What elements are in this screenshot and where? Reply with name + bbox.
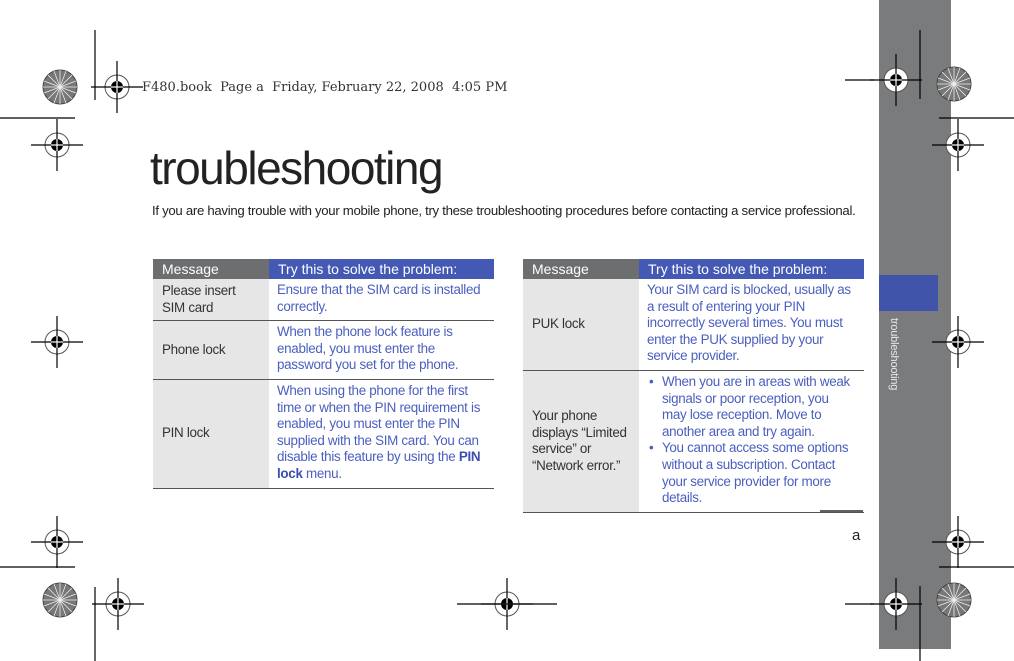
troubleshooting-table-left: Message Try this to solve the problem: P… [153,259,494,489]
solution-cell: When the phone lock feature is enabled, … [269,320,494,380]
message-cell: PUK lock [523,279,639,371]
solution-text: When using the phone for the first time … [277,382,481,465]
page-title: troubleshooting [150,142,444,194]
table-row: Your phone displays “Limited service” or… [523,370,864,513]
column-header-solution: Try this to solve the problem: [269,259,494,279]
registration-mark-icon [30,515,84,569]
registration-mark-icon [30,315,84,369]
solution-cell: When you are in areas with weak signals … [639,370,864,513]
table-header-row: Message Try this to solve the problem: [153,259,494,279]
bullet-item: You cannot access some options without a… [649,440,856,506]
message-cell: PIN lock [153,379,269,489]
message-cell: Your phone displays “Limited service” or… [523,370,639,513]
registration-mark-icon [91,577,145,631]
table-row: PUK lock Your SIM card is blocked, usual… [523,279,864,371]
registration-mark-icon [480,577,534,631]
section-tab-indicator [879,275,938,311]
solution-cell: Ensure that the SIM card is installed co… [269,279,494,322]
registration-mark-icon [30,118,84,172]
book-page-header: F480.book Page a Friday, February 22, 20… [142,80,508,95]
table-row: Phone lock When the phone lock feature i… [153,320,494,380]
message-cell: Phone lock [153,320,269,380]
sidebar-section-label: troubleshooting [888,318,900,391]
registration-mark-icon [90,60,144,114]
solution-cell: When using the phone for the first time … [269,379,494,489]
page-number: a [852,527,861,544]
column-header-message: Message [153,259,269,279]
table-header-row: Message Try this to solve the problem: [523,259,864,279]
solution-text: menu. [302,465,342,481]
column-header-message: Message [523,259,639,279]
bullet-item: When you are in areas with weak signals … [649,374,856,440]
troubleshooting-table-right: Message Try this to solve the problem: P… [523,259,864,513]
solution-bullet-list: When you are in areas with weak signals … [647,374,856,507]
solution-cell: Your SIM card is blocked, usually as a r… [639,279,864,371]
color-target-icon [42,69,78,105]
message-cell: Please insert SIM card [153,279,269,322]
table-row: PIN lock When using the phone for the fi… [153,379,494,489]
column-header-solution: Try this to solve the problem: [639,259,864,279]
color-target-icon [42,582,78,618]
table-row: Please insert SIM card Ensure that the S… [153,279,494,322]
intro-paragraph: If you are having trouble with your mobi… [152,203,856,218]
